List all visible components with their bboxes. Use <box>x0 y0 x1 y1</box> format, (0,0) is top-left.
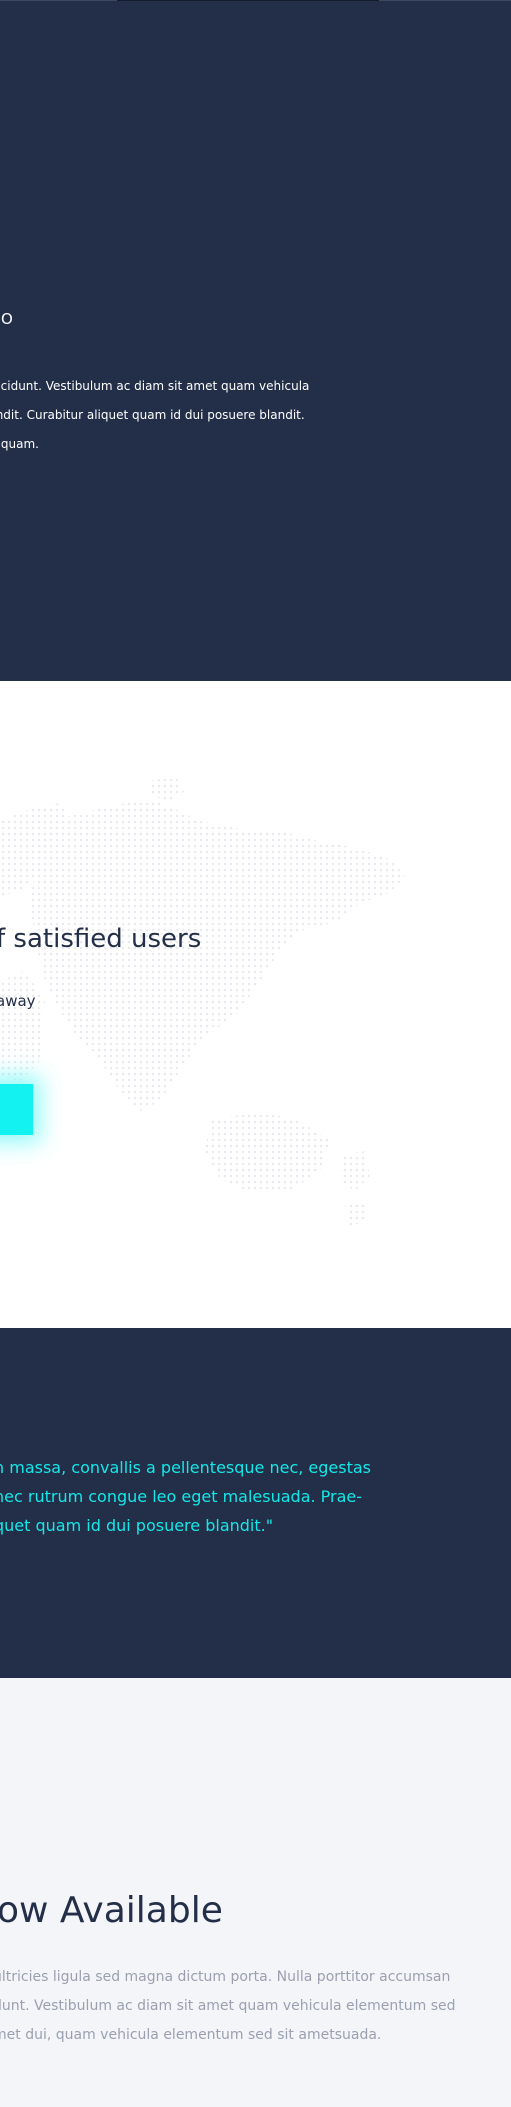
top-divider-accent <box>117 0 379 1</box>
quote-line: n massa, convallis a pellentesque nec, e… <box>0 1458 372 1477</box>
landing-page: DEO tincidunt. Vestibulum ac diam sit am… <box>0 0 511 2107</box>
world-map-icon <box>0 776 405 1226</box>
users-section: f satisfied users away <box>0 681 511 1328</box>
cta-button[interactable] <box>0 1084 33 1135</box>
quote-line: nec rutrum congue leo eget malesuada. Pr… <box>0 1487 363 1506</box>
video-description-line: tincidunt. Vestibulum ac diam sit amet q… <box>0 379 310 393</box>
video-description: tincidunt. Vestibulum ac diam sit amet q… <box>0 372 315 459</box>
video-description-line: landit. Curabitur aliquet quam id dui po… <box>0 408 305 422</box>
availability-line: met dui, quam vehicula elementum sed sit… <box>0 2027 382 2043</box>
availability-line: dunt. Vestibulum ac diam sit amet quam v… <box>0 1998 456 2014</box>
availability-line: ultricies ligula sed magna dictum porta.… <box>0 1969 451 1985</box>
testimonial-section: n massa, convallis a pellentesque nec, e… <box>0 1328 511 1678</box>
quote-line: quet quam id dui posuere blandit." <box>0 1516 274 1535</box>
video-heading: DEO <box>0 310 14 328</box>
availability-heading: ow Available <box>0 1890 223 1931</box>
testimonial-quote: n massa, convallis a pellentesque nec, e… <box>0 1453 371 1540</box>
availability-section: ow Available ultricies ligula sed magna … <box>0 1678 511 2107</box>
video-section: DEO tincidunt. Vestibulum ac diam sit am… <box>0 0 511 681</box>
users-heading: f satisfied users <box>0 924 202 954</box>
video-description-line: et quam. <box>0 437 39 451</box>
availability-description: ultricies ligula sed magna dictum porta.… <box>0 1963 456 2050</box>
users-subheading: away <box>0 992 36 1010</box>
